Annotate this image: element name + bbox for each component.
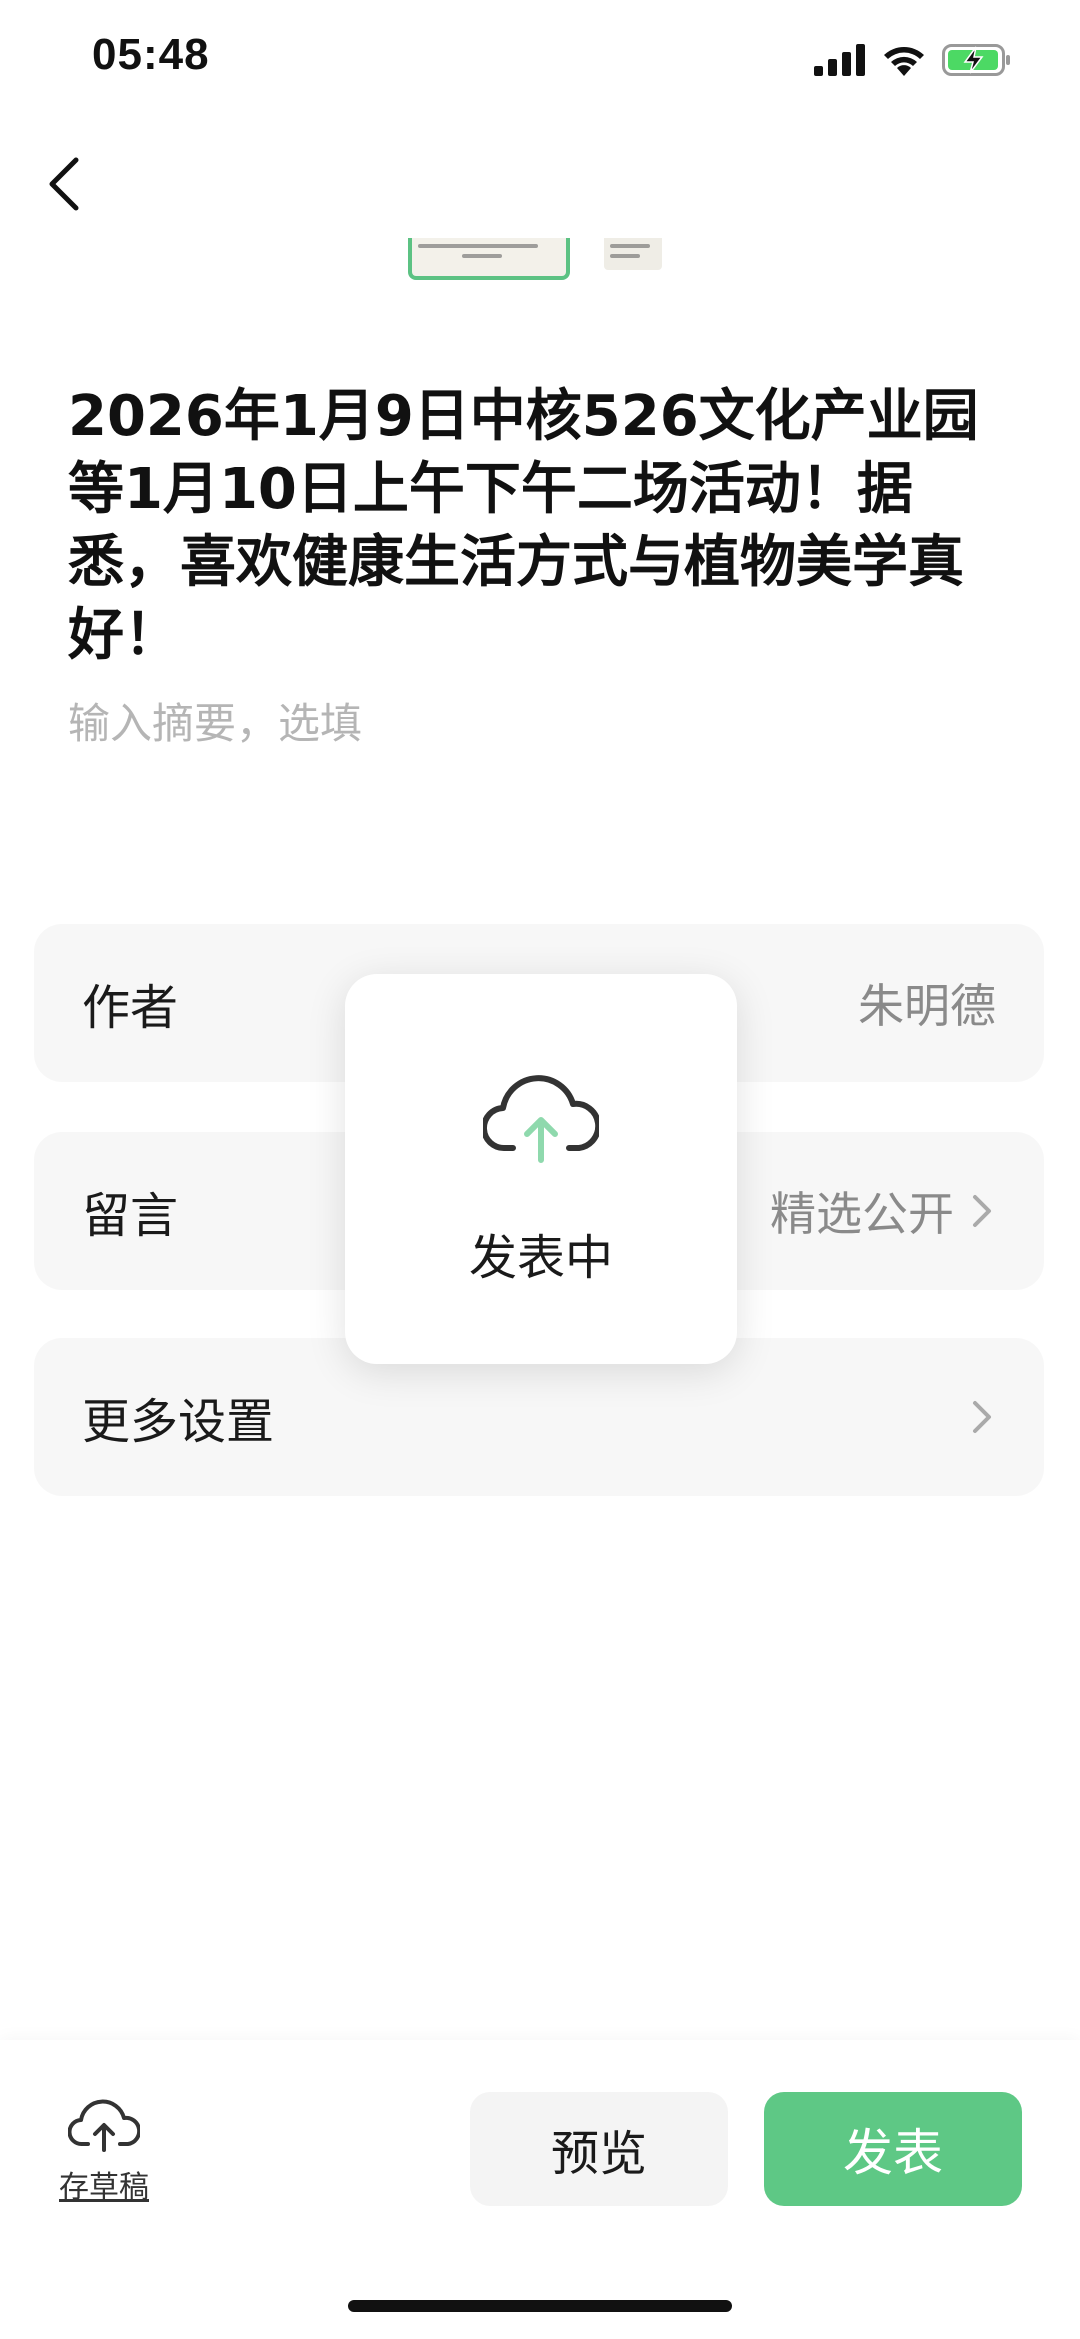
publishing-toast: 发表中: [345, 974, 737, 1364]
home-indicator: [348, 2300, 732, 2312]
author-label: 作者: [82, 980, 179, 1036]
back-button[interactable]: [36, 148, 96, 220]
comment-label: 留言: [82, 1188, 179, 1244]
signal-icon: [814, 44, 865, 76]
article-title[interactable]: 2026年1月9日中核526文化产业园等1月10日上午下午二场活动！据悉，喜欢健…: [68, 380, 1018, 672]
cloud-upload-icon: [67, 2099, 142, 2152]
publishing-text: 发表中: [468, 1230, 613, 1286]
cloud-upload-icon: [483, 1075, 599, 1163]
image-thumbnail-selected[interactable]: [408, 238, 570, 280]
comment-value: 精选公开: [770, 1178, 996, 1244]
chevron-right-icon: [973, 1195, 991, 1227]
status-time: 05:48: [92, 30, 210, 79]
publish-button[interactable]: 发表: [764, 2092, 1022, 2206]
save-draft-label: 存草稿: [59, 2170, 149, 2205]
author-value: 朱明德: [858, 979, 996, 1033]
more-settings-chevron: [968, 1395, 996, 1439]
battery-charging-icon: [942, 44, 1010, 76]
preview-button[interactable]: 预览: [470, 2092, 728, 2206]
wifi-icon: [884, 47, 924, 76]
image-thumbnail[interactable]: [604, 238, 662, 270]
chevron-right-icon: [973, 1401, 991, 1433]
status-icons: [814, 40, 1012, 80]
more-settings-label: 更多设置: [82, 1394, 275, 1450]
chevron-left-icon: [49, 157, 79, 211]
save-draft-button[interactable]: 存草稿: [56, 2096, 152, 2206]
summary-input[interactable]: 输入摘要，选填: [68, 690, 362, 751]
